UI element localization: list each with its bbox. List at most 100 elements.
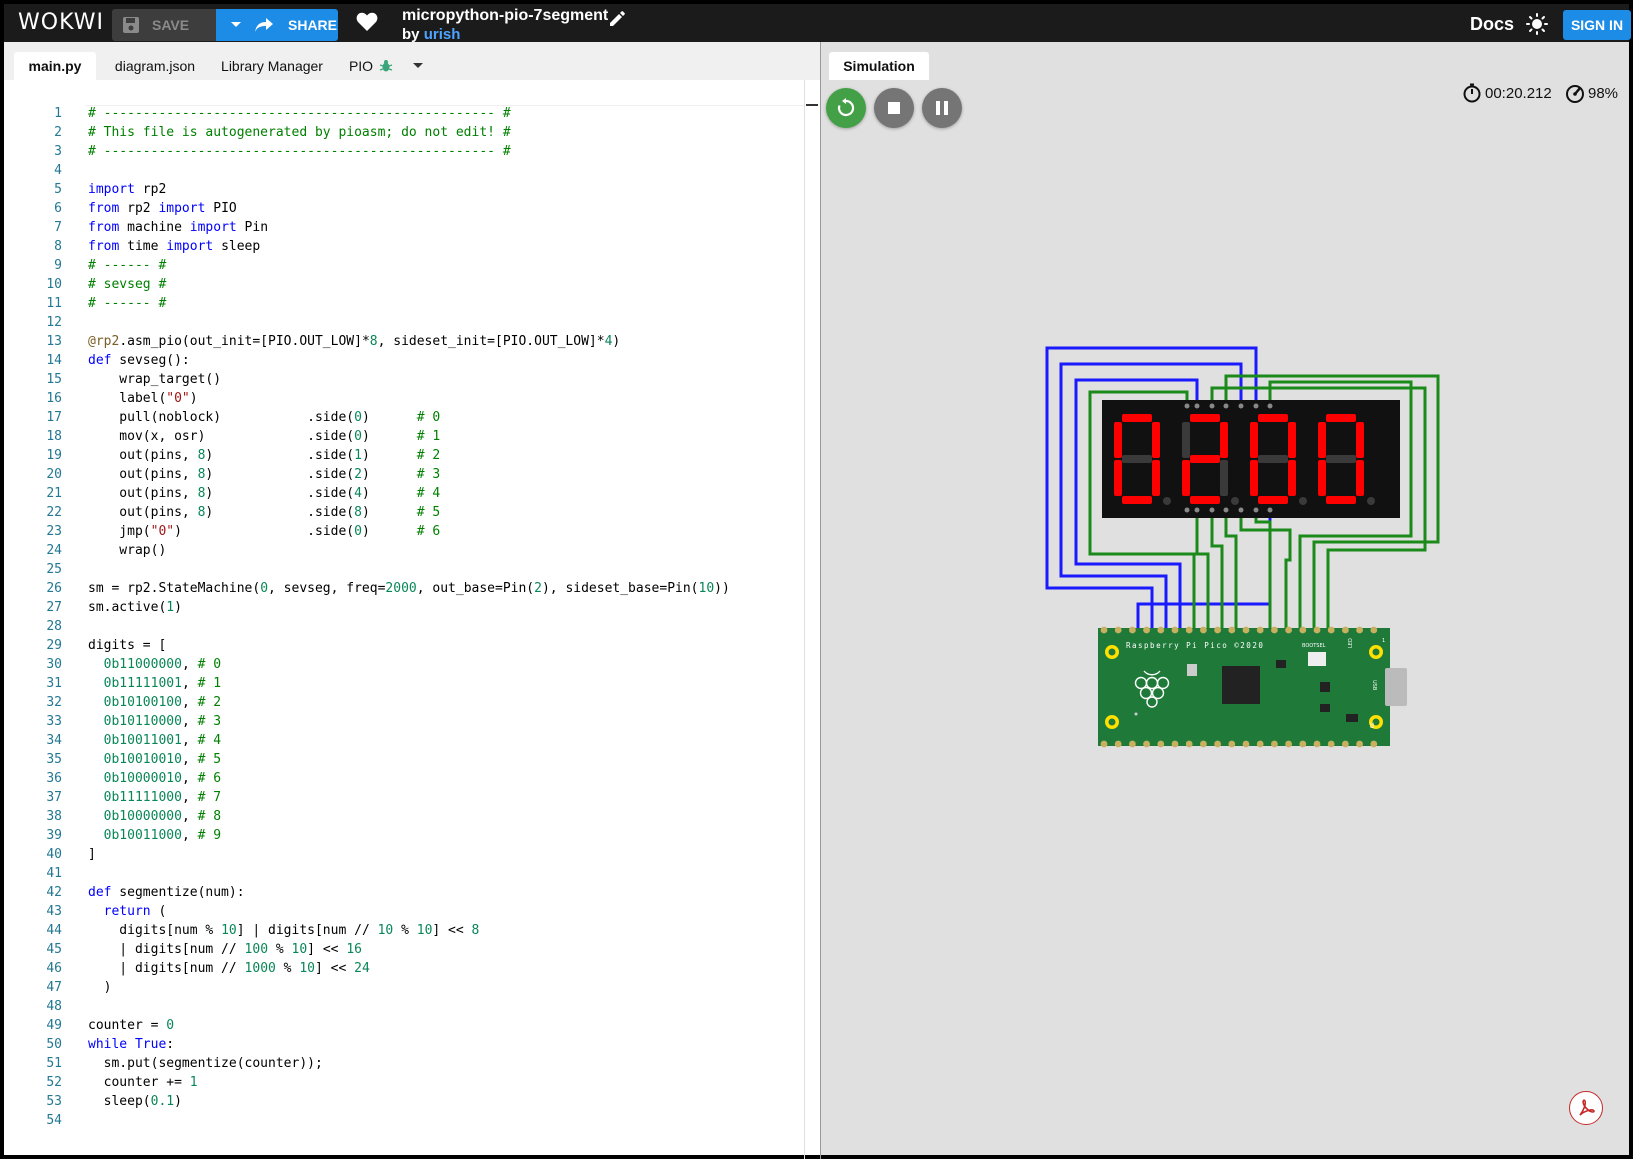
pico-pin[interactable] — [1242, 626, 1250, 634]
code-line[interactable]: 20 out(pins, 8) .side(2) # 3 — [4, 465, 804, 484]
code-line[interactable]: 43 return ( — [4, 902, 804, 921]
code-line[interactable]: 9 # ------ # — [4, 256, 804, 275]
code-line[interactable]: 27 sm.active(1) — [4, 598, 804, 617]
pico-pin[interactable] — [1129, 740, 1136, 748]
code-line[interactable]: 40] — [4, 845, 804, 864]
pico-pin[interactable] — [1285, 626, 1292, 634]
code-line[interactable]: 54 — [4, 1111, 804, 1130]
pico-pin[interactable] — [1214, 740, 1221, 748]
code-line[interactable]: 34 0b10011001, # 4 — [4, 731, 804, 750]
code-line[interactable]: 19 out(pins, 8) .side(1) # 2 — [4, 446, 804, 465]
code-line[interactable]: 25 — [4, 560, 804, 579]
pico-pin[interactable] — [1228, 740, 1236, 748]
code-line[interactable]: 37 0b11111000, # 7 — [4, 788, 804, 807]
tab-simulation[interactable]: Simulation — [829, 52, 929, 80]
pico-pin[interactable] — [1129, 626, 1136, 634]
code-line[interactable]: 42 def segmentize(num): — [4, 883, 804, 902]
pico-pin[interactable] — [1256, 626, 1264, 634]
code-line[interactable]: 31 0b11111001, # 1 — [4, 674, 804, 693]
code-line[interactable]: 13 @rp2.asm_pio(out_init=[PIO.OUT_LOW]*8,… — [4, 332, 804, 351]
code-line[interactable]: 47 ) — [4, 978, 804, 997]
pico-pin[interactable] — [1313, 740, 1321, 748]
pico-pin[interactable] — [1342, 626, 1349, 634]
docs-link[interactable]: Docs — [1470, 14, 1514, 35]
seven-segment-display[interactable] — [1102, 400, 1400, 518]
code-line[interactable]: 22 out(pins, 8) .side(8) # 5 — [4, 503, 804, 522]
tab-main-py[interactable]: main.py — [14, 52, 96, 80]
stop-simulation-button[interactable] — [874, 88, 914, 128]
code-line[interactable]: 49 counter = 0 — [4, 1016, 804, 1035]
code-line[interactable]: 1 # -------------------------------------… — [4, 104, 804, 123]
pico-pin[interactable] — [1100, 626, 1108, 634]
save-button[interactable]: SAVE — [112, 9, 216, 41]
pico-pin[interactable] — [1143, 626, 1150, 634]
code-line[interactable]: 5 import rp2 — [4, 180, 804, 199]
pico-pin[interactable] — [1114, 740, 1122, 748]
pico-pin[interactable] — [1171, 740, 1179, 748]
pico-pin[interactable] — [1157, 626, 1165, 634]
code-editor[interactable]: 1 # -------------------------------------… — [4, 104, 804, 1130]
code-line[interactable]: 35 0b10010010, # 5 — [4, 750, 804, 769]
pico-pin[interactable] — [1299, 740, 1307, 748]
pico-pin[interactable] — [1100, 740, 1108, 748]
pico-pin[interactable] — [1271, 626, 1278, 634]
code-line[interactable]: 4 — [4, 161, 804, 180]
code-line[interactable]: 23 jmp("0") .side(0) # 6 — [4, 522, 804, 541]
pico-pin[interactable] — [1157, 740, 1165, 748]
pico-pin[interactable] — [1370, 626, 1378, 634]
code-line[interactable]: 2 # This file is autogenerated by pioasm;… — [4, 123, 804, 142]
pico-pin[interactable] — [1271, 740, 1278, 748]
code-line[interactable]: 12 — [4, 313, 804, 332]
code-line[interactable]: 26 sm = rp2.StateMachine(0, sevseg, freq=… — [4, 579, 804, 598]
code-line[interactable]: 52 counter += 1 — [4, 1073, 804, 1092]
code-line[interactable]: 36 0b10000010, # 6 — [4, 769, 804, 788]
editor-scrollbar[interactable] — [804, 80, 820, 1159]
pico-pin[interactable] — [1256, 740, 1264, 748]
pico-pin[interactable] — [1214, 626, 1221, 634]
heart-icon[interactable] — [356, 12, 378, 32]
sign-in-button[interactable]: SIGN IN — [1563, 10, 1631, 40]
pause-simulation-button[interactable] — [922, 88, 962, 128]
raspberry-pi-pico[interactable]: Raspberry Pi Pico ©2020 BOOTSEL LED USB … — [1098, 626, 1407, 748]
share-button[interactable]: SHARE — [244, 9, 338, 41]
code-line[interactable]: 21 out(pins, 8) .side(4) # 4 — [4, 484, 804, 503]
bootsel-button[interactable] — [1308, 652, 1326, 666]
code-line[interactable]: 28 — [4, 617, 804, 636]
pico-pin[interactable] — [1114, 626, 1122, 634]
pico-pin[interactable] — [1285, 740, 1292, 748]
code-line[interactable]: 48 — [4, 997, 804, 1016]
code-line[interactable]: 30 0b11000000, # 0 — [4, 655, 804, 674]
pico-pin[interactable] — [1185, 626, 1193, 634]
pico-pin[interactable] — [1228, 626, 1236, 634]
pico-pin[interactable] — [1242, 740, 1250, 748]
tab-more-dropdown[interactable] — [408, 52, 428, 80]
code-line[interactable]: 29 digits = [ — [4, 636, 804, 655]
code-line[interactable]: 10 # sevseg # — [4, 275, 804, 294]
code-line[interactable]: 45 | digits[num // 100 % 10] << 16 — [4, 940, 804, 959]
pico-pin[interactable] — [1171, 626, 1179, 634]
edit-pencil-icon[interactable] — [607, 9, 627, 29]
code-line[interactable]: 38 0b10000000, # 8 — [4, 807, 804, 826]
code-line[interactable]: 14 def sevseg(): — [4, 351, 804, 370]
pico-pin[interactable] — [1313, 626, 1321, 634]
code-line[interactable]: 6 from rp2 import PIO — [4, 199, 804, 218]
pico-pin[interactable] — [1370, 740, 1378, 748]
pico-pin[interactable] — [1185, 740, 1193, 748]
code-line[interactable]: 15 wrap_target() — [4, 370, 804, 389]
pico-pin[interactable] — [1200, 740, 1207, 748]
restart-simulation-button[interactable] — [826, 88, 866, 128]
sun-icon[interactable] — [1526, 13, 1548, 35]
pico-pin[interactable] — [1200, 626, 1207, 634]
circuit-diagram[interactable]: Raspberry Pi Pico ©2020 BOOTSEL LED USB … — [1030, 330, 1450, 750]
pico-pin[interactable] — [1356, 626, 1363, 634]
code-line[interactable]: 16 label("0") — [4, 389, 804, 408]
code-line[interactable]: 32 0b10100100, # 2 — [4, 693, 804, 712]
code-line[interactable]: 7 from machine import Pin — [4, 218, 804, 237]
code-line[interactable]: 53 sleep(0.1) — [4, 1092, 804, 1111]
pdf-icon[interactable] — [1569, 1091, 1603, 1125]
pico-pin[interactable] — [1342, 740, 1349, 748]
pico-pin[interactable] — [1299, 626, 1307, 634]
code-line[interactable]: 24 wrap() — [4, 541, 804, 560]
code-line[interactable]: 44 digits[num % 10] | digits[num // 10 %… — [4, 921, 804, 940]
tab-diagram-json[interactable]: diagram.json — [104, 52, 206, 80]
